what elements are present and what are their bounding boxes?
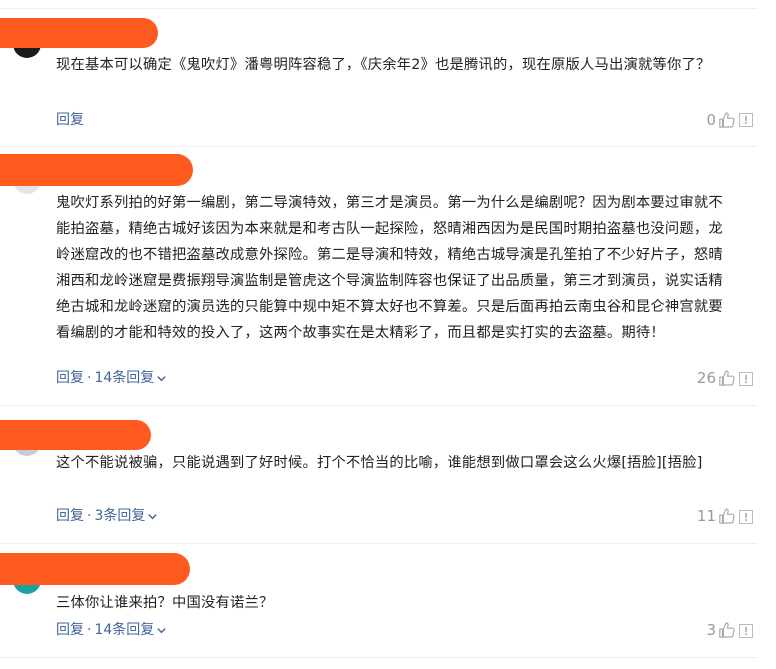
redacted-username — [0, 18, 158, 48]
report-icon[interactable] — [739, 624, 753, 638]
divider — [0, 405, 757, 406]
like-count: 11 — [696, 507, 716, 525]
comment-text: 三体你让谁来拍？中国没有诺兰？ — [56, 595, 274, 611]
comment-text: 这个不能说被骗，只能说遇到了好时候。打个不恰当的比喻，谁能想到做口罩会这么火爆[… — [56, 455, 703, 471]
comment-actions: 回复 · 14条回复 — [56, 620, 167, 640]
comment-actions: 回复 · 14条回复 — [56, 368, 167, 388]
comment-text: 鬼吹灯系列拍的好第一编剧，第二导演特效，第三才是演员。第一为什么是编剧呢？因为剧… — [56, 195, 723, 341]
redacted-username — [0, 154, 193, 186]
thumbs-up-icon[interactable] — [718, 111, 736, 129]
reply-button[interactable]: 回复 — [56, 370, 84, 386]
like-area: 3 — [706, 620, 736, 640]
chevron-down-icon — [157, 627, 166, 633]
reply-button[interactable]: 回复 — [56, 508, 84, 524]
comment-text: 现在基本可以确定《鬼吹灯》潘粤明阵容稳了，《庆余年2》也是腾讯的，现在原版人马出… — [56, 57, 711, 73]
thumbs-up-icon[interactable] — [718, 621, 736, 639]
divider — [0, 146, 757, 147]
view-replies-button[interactable]: 14条回复 — [94, 622, 167, 638]
like-count: 26 — [696, 369, 716, 387]
thumbs-up-icon[interactable] — [718, 369, 736, 387]
replies-count: 14条回复 — [94, 622, 155, 638]
like-count: 0 — [706, 111, 716, 129]
separator: · — [87, 508, 92, 524]
thumbs-up-icon[interactable] — [718, 507, 736, 525]
like-area: 26 — [697, 368, 736, 388]
view-replies-button[interactable]: 3条回复 — [94, 508, 158, 524]
chevron-down-icon — [148, 513, 158, 519]
like-area: 11 — [697, 506, 736, 526]
view-replies-button[interactable]: 14条回复 — [94, 370, 167, 386]
separator: · — [87, 370, 92, 386]
chevron-down-icon — [157, 375, 166, 381]
replies-count: 14条回复 — [94, 370, 155, 386]
divider — [0, 543, 757, 544]
redacted-username — [0, 553, 190, 585]
divider — [0, 8, 757, 9]
redacted-username — [0, 420, 151, 450]
replies-count: 3条回复 — [94, 508, 146, 524]
comment-actions: 回复 · 3条回复 — [56, 506, 158, 526]
report-icon[interactable] — [739, 113, 753, 127]
like-area: 0 — [706, 110, 736, 130]
report-icon[interactable] — [739, 372, 753, 386]
report-icon[interactable] — [739, 510, 753, 524]
comment-actions: 回复 — [56, 110, 84, 130]
reply-button[interactable]: 回复 — [56, 622, 84, 638]
like-count: 3 — [706, 621, 716, 639]
reply-button[interactable]: 回复 — [56, 112, 84, 128]
separator: · — [87, 622, 92, 638]
divider — [0, 657, 757, 658]
